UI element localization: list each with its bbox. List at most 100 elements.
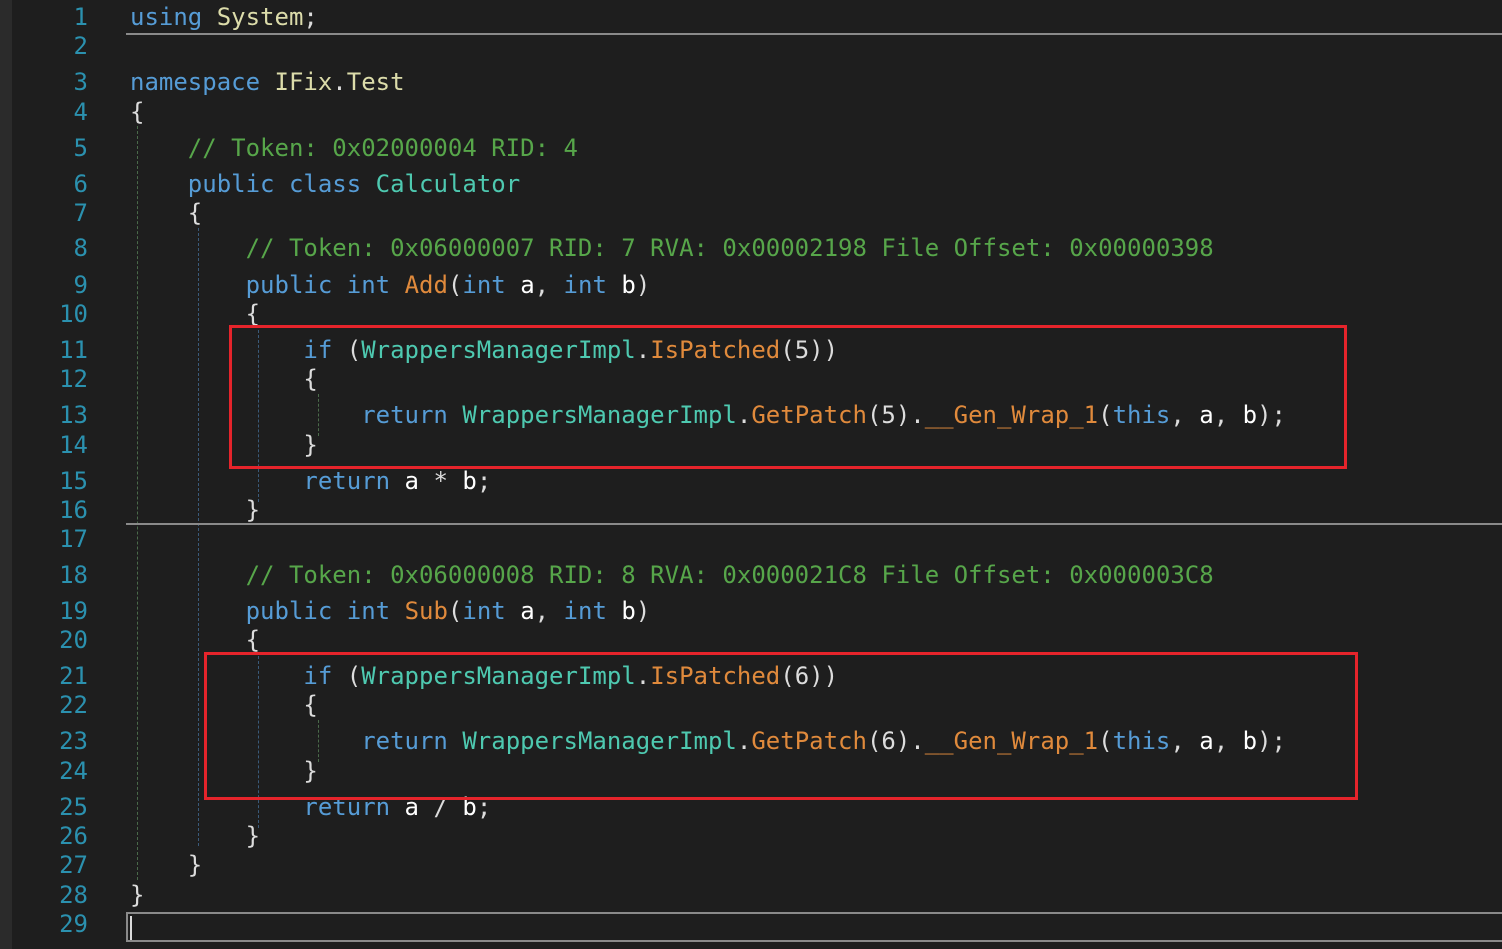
line-number: 11 bbox=[59, 336, 88, 364]
code-line[interactable]: 7 { bbox=[0, 198, 1502, 228]
code-text[interactable]: // Token: 0x02000004 RID: 4 bbox=[130, 133, 578, 163]
line-number: 14 bbox=[59, 431, 88, 459]
line-number: 23 bbox=[59, 727, 88, 755]
code-text[interactable]: } bbox=[130, 880, 144, 910]
code-line[interactable]: 26 } bbox=[0, 821, 1502, 851]
code-text[interactable]: // Token: 0x06000008 RID: 8 RVA: 0x00002… bbox=[130, 560, 1214, 590]
code-token: ; bbox=[303, 3, 318, 31]
code-line[interactable]: 6 public class Calculator bbox=[0, 169, 1502, 199]
code-line[interactable]: 18 // Token: 0x06000008 RID: 8 RVA: 0x00… bbox=[0, 560, 1502, 590]
code-text[interactable]: namespace IFix.Test bbox=[130, 67, 405, 97]
code-token: ) bbox=[635, 597, 651, 625]
code-line[interactable]: 4{ bbox=[0, 97, 1502, 127]
line-number: 28 bbox=[59, 881, 88, 909]
code-line[interactable]: 9 public int Add(int a, int b) bbox=[0, 270, 1502, 300]
line-number: 16 bbox=[59, 496, 88, 524]
code-token: ( bbox=[447, 271, 463, 299]
code-text[interactable]: public int Add(int a, int b) bbox=[130, 270, 651, 300]
code-text[interactable]: } bbox=[130, 495, 260, 525]
indent-guide-class bbox=[198, 228, 199, 846]
code-line[interactable]: 15 return a * b; bbox=[0, 466, 1502, 496]
code-token: int bbox=[563, 597, 607, 625]
code-text[interactable]: using System; bbox=[130, 2, 318, 32]
highlight-box-add-patch bbox=[229, 325, 1347, 469]
code-token: Add bbox=[404, 271, 448, 299]
code-text[interactable]: // Token: 0x06000007 RID: 7 RVA: 0x00002… bbox=[130, 233, 1214, 263]
code-token: b bbox=[462, 467, 477, 495]
code-text[interactable]: return a * b; bbox=[130, 466, 491, 496]
code-token: } bbox=[130, 881, 145, 909]
line-number: 27 bbox=[59, 851, 88, 879]
code-line[interactable]: 8 // Token: 0x06000007 RID: 7 RVA: 0x000… bbox=[0, 233, 1502, 263]
code-token: class bbox=[288, 170, 362, 198]
line-number: 17 bbox=[59, 525, 88, 553]
line-number: 19 bbox=[59, 597, 88, 625]
code-token: ( bbox=[447, 597, 463, 625]
line-number: 4 bbox=[73, 98, 88, 126]
code-line[interactable]: 3 namespace IFix.Test bbox=[0, 67, 1502, 97]
line-number: 26 bbox=[59, 822, 88, 850]
code-line[interactable]: 20 { bbox=[0, 625, 1502, 655]
code-line[interactable]: 17 bbox=[0, 524, 1502, 554]
code-token: { bbox=[130, 626, 261, 654]
code-text[interactable]: { bbox=[130, 97, 144, 127]
text-caret bbox=[130, 916, 132, 940]
code-text[interactable]: } bbox=[130, 850, 202, 880]
code-line[interactable]: 16 } bbox=[0, 495, 1502, 525]
line-number: 9 bbox=[73, 271, 88, 299]
code-text[interactable]: { bbox=[130, 625, 260, 655]
code-token: * bbox=[419, 467, 463, 495]
code-text[interactable]: public class Calculator bbox=[130, 169, 520, 199]
code-token: int bbox=[346, 271, 391, 299]
line-number: 22 bbox=[59, 691, 88, 719]
code-token: // Token: 0x06000008 RID: 8 RVA: 0x00002… bbox=[245, 561, 1214, 589]
line-number: 10 bbox=[59, 300, 88, 328]
code-line[interactable]: 19 public int Sub(int a, int b) bbox=[0, 596, 1502, 626]
code-token: namespace bbox=[130, 68, 261, 96]
code-line[interactable]: 27 } bbox=[0, 850, 1502, 880]
highlight-box-sub-patch bbox=[204, 652, 1358, 800]
code-token: . bbox=[332, 68, 347, 96]
line-number: 20 bbox=[59, 626, 88, 654]
code-line[interactable]: 28} bbox=[0, 880, 1502, 910]
code-token: b bbox=[621, 271, 636, 299]
code-token: b bbox=[621, 597, 636, 625]
code-token: a bbox=[520, 271, 535, 299]
line-number: 6 bbox=[73, 170, 88, 198]
code-token: a bbox=[404, 467, 419, 495]
code-token: a bbox=[520, 597, 535, 625]
method-separator-top bbox=[126, 33, 1502, 35]
code-line[interactable]: 1 using System; bbox=[0, 2, 1502, 32]
code-text[interactable]: public int Sub(int a, int b) bbox=[130, 596, 651, 626]
code-token: , bbox=[534, 597, 564, 625]
line-number: 1 bbox=[73, 3, 88, 31]
code-token: using bbox=[130, 3, 203, 31]
code-text[interactable]: { bbox=[130, 198, 202, 228]
code-token: { bbox=[130, 199, 203, 227]
code-token: public bbox=[245, 271, 333, 299]
code-token: int bbox=[346, 597, 391, 625]
code-token: IFix bbox=[274, 68, 333, 96]
code-line[interactable]: 2 bbox=[0, 31, 1502, 61]
code-line[interactable]: 5 // Token: 0x02000004 RID: 4 bbox=[0, 133, 1502, 163]
code-token: // Token: 0x06000007 RID: 7 RVA: 0x00002… bbox=[245, 234, 1214, 262]
code-text[interactable]: } bbox=[130, 821, 260, 851]
code-token: Sub bbox=[404, 597, 448, 625]
code-token: int bbox=[563, 271, 607, 299]
